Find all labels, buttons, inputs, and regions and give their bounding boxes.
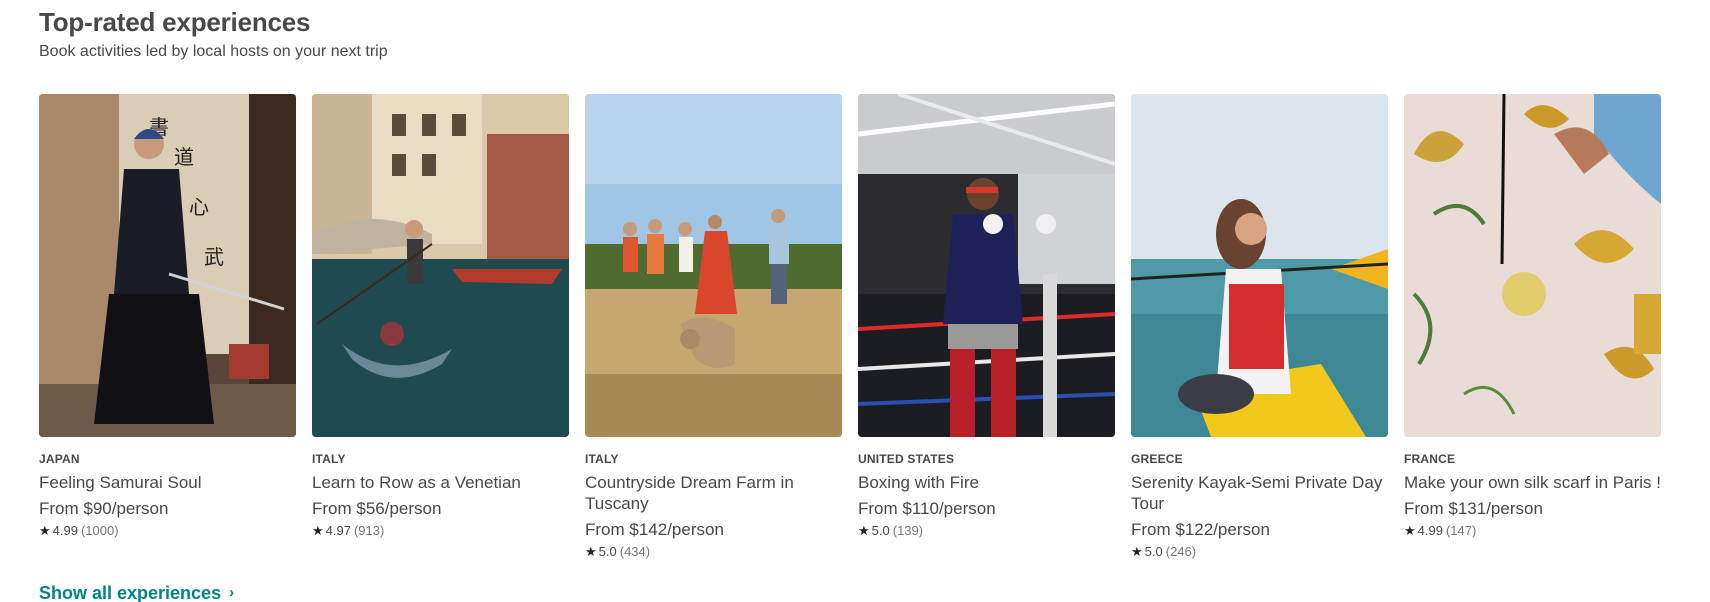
silk-scarf-photo bbox=[1404, 94, 1661, 437]
card-price: From $131/person bbox=[1404, 499, 1543, 518]
chevron-right-icon: › bbox=[229, 584, 235, 601]
experience-card[interactable]: UNITED STATES Boxing with Fire From $110… bbox=[858, 94, 1115, 561]
card-country: ITALY bbox=[312, 452, 346, 466]
svg-text:心: 心 bbox=[189, 195, 209, 219]
review-count: (139) bbox=[892, 523, 924, 538]
section-subtitle: Book activities led by local hosts on yo… bbox=[39, 43, 388, 60]
card-rating: ★ 5.0 (139) bbox=[858, 522, 1115, 540]
experience-photo[interactable] bbox=[1404, 94, 1661, 437]
card-rating: ★ 5.0 (246) bbox=[1131, 543, 1388, 561]
card-price: From $90/person bbox=[39, 499, 169, 518]
star-icon: ★ bbox=[1404, 523, 1416, 538]
experience-card[interactable]: ITALY Countryside Dream Farm in Tuscany … bbox=[585, 94, 842, 561]
card-country: GREECE bbox=[1131, 452, 1183, 466]
samurai-photo: 書 道 心 武 bbox=[39, 94, 296, 437]
section-title: Top-rated experiences bbox=[39, 7, 311, 37]
card-rating: ★ 4.99 (147) bbox=[1404, 522, 1661, 540]
card-rating: ★ 4.99 (1000) bbox=[39, 522, 296, 540]
section-header: Top-rated experiences Book activities le… bbox=[39, 6, 1679, 63]
rating-value: 5.0 bbox=[1144, 544, 1163, 559]
card-title[interactable]: Boxing with Fire bbox=[858, 472, 1115, 493]
rating-value: 5.0 bbox=[598, 544, 617, 559]
card-title[interactable]: Feeling Samurai Soul bbox=[39, 472, 296, 493]
svg-text:武: 武 bbox=[204, 245, 224, 269]
star-icon: ★ bbox=[39, 523, 51, 538]
review-count: (246) bbox=[1165, 544, 1197, 559]
show-all-label[interactable]: Show all experiences bbox=[39, 582, 221, 602]
card-title[interactable]: Learn to Row as a Venetian bbox=[312, 472, 569, 493]
star-icon: ★ bbox=[858, 523, 870, 538]
experience-photo[interactable]: 書 道 心 武 bbox=[39, 94, 296, 437]
experience-card[interactable]: FRANCE Make your own silk scarf in Paris… bbox=[1404, 94, 1661, 561]
card-rating: ★ 4.97 (913) bbox=[312, 522, 569, 540]
review-count: (147) bbox=[1445, 523, 1477, 538]
experience-card[interactable]: GREECE Serenity Kayak-Semi Private Day T… bbox=[1131, 94, 1388, 561]
venice-rowing-photo bbox=[312, 94, 569, 437]
review-count: (913) bbox=[353, 523, 385, 538]
experience-photo[interactable] bbox=[585, 94, 842, 437]
card-title[interactable]: Serenity Kayak-Semi Private Day Tour bbox=[1131, 472, 1388, 514]
tuscany-farm-photo bbox=[585, 94, 842, 437]
boxing-photo bbox=[858, 94, 1115, 437]
card-rating: ★ 5.0 (434) bbox=[585, 543, 842, 561]
card-price: From $142/person bbox=[585, 520, 724, 539]
card-title[interactable]: Make your own silk scarf in Paris ! bbox=[1404, 472, 1661, 493]
experience-photo[interactable] bbox=[858, 94, 1115, 437]
rating-value: 4.97 bbox=[325, 523, 351, 538]
rating-value: 4.99 bbox=[52, 523, 78, 538]
card-price: From $56/person bbox=[312, 499, 442, 518]
rating-value: 4.99 bbox=[1417, 523, 1443, 538]
star-icon: ★ bbox=[585, 544, 597, 559]
card-title[interactable]: Countryside Dream Farm in Tuscany bbox=[585, 472, 842, 514]
experience-photo[interactable] bbox=[312, 94, 569, 437]
kayak-photo bbox=[1131, 94, 1388, 437]
experience-photo[interactable] bbox=[1131, 94, 1388, 437]
card-price: From $122/person bbox=[1131, 520, 1270, 539]
experience-carousel: 書 道 心 武 JAPAN Feeling Samurai Soul From … bbox=[39, 94, 1661, 561]
card-country: JAPAN bbox=[39, 452, 80, 466]
svg-text:道: 道 bbox=[174, 145, 194, 169]
card-country: ITALY bbox=[585, 452, 619, 466]
star-icon: ★ bbox=[312, 523, 324, 538]
experience-card[interactable]: ITALY Learn to Row as a Venetian From $5… bbox=[312, 94, 569, 561]
experience-card[interactable]: 書 道 心 武 JAPAN Feeling Samurai Soul From … bbox=[39, 94, 296, 561]
rating-value: 5.0 bbox=[871, 523, 890, 538]
card-country: FRANCE bbox=[1404, 452, 1456, 466]
show-all-experiences-link[interactable]: Show all experiences › bbox=[39, 582, 234, 602]
review-count: (434) bbox=[619, 544, 651, 559]
review-count: (1000) bbox=[80, 523, 119, 538]
card-country: UNITED STATES bbox=[858, 452, 955, 466]
card-price: From $110/person bbox=[858, 499, 996, 518]
star-icon: ★ bbox=[1131, 544, 1143, 559]
